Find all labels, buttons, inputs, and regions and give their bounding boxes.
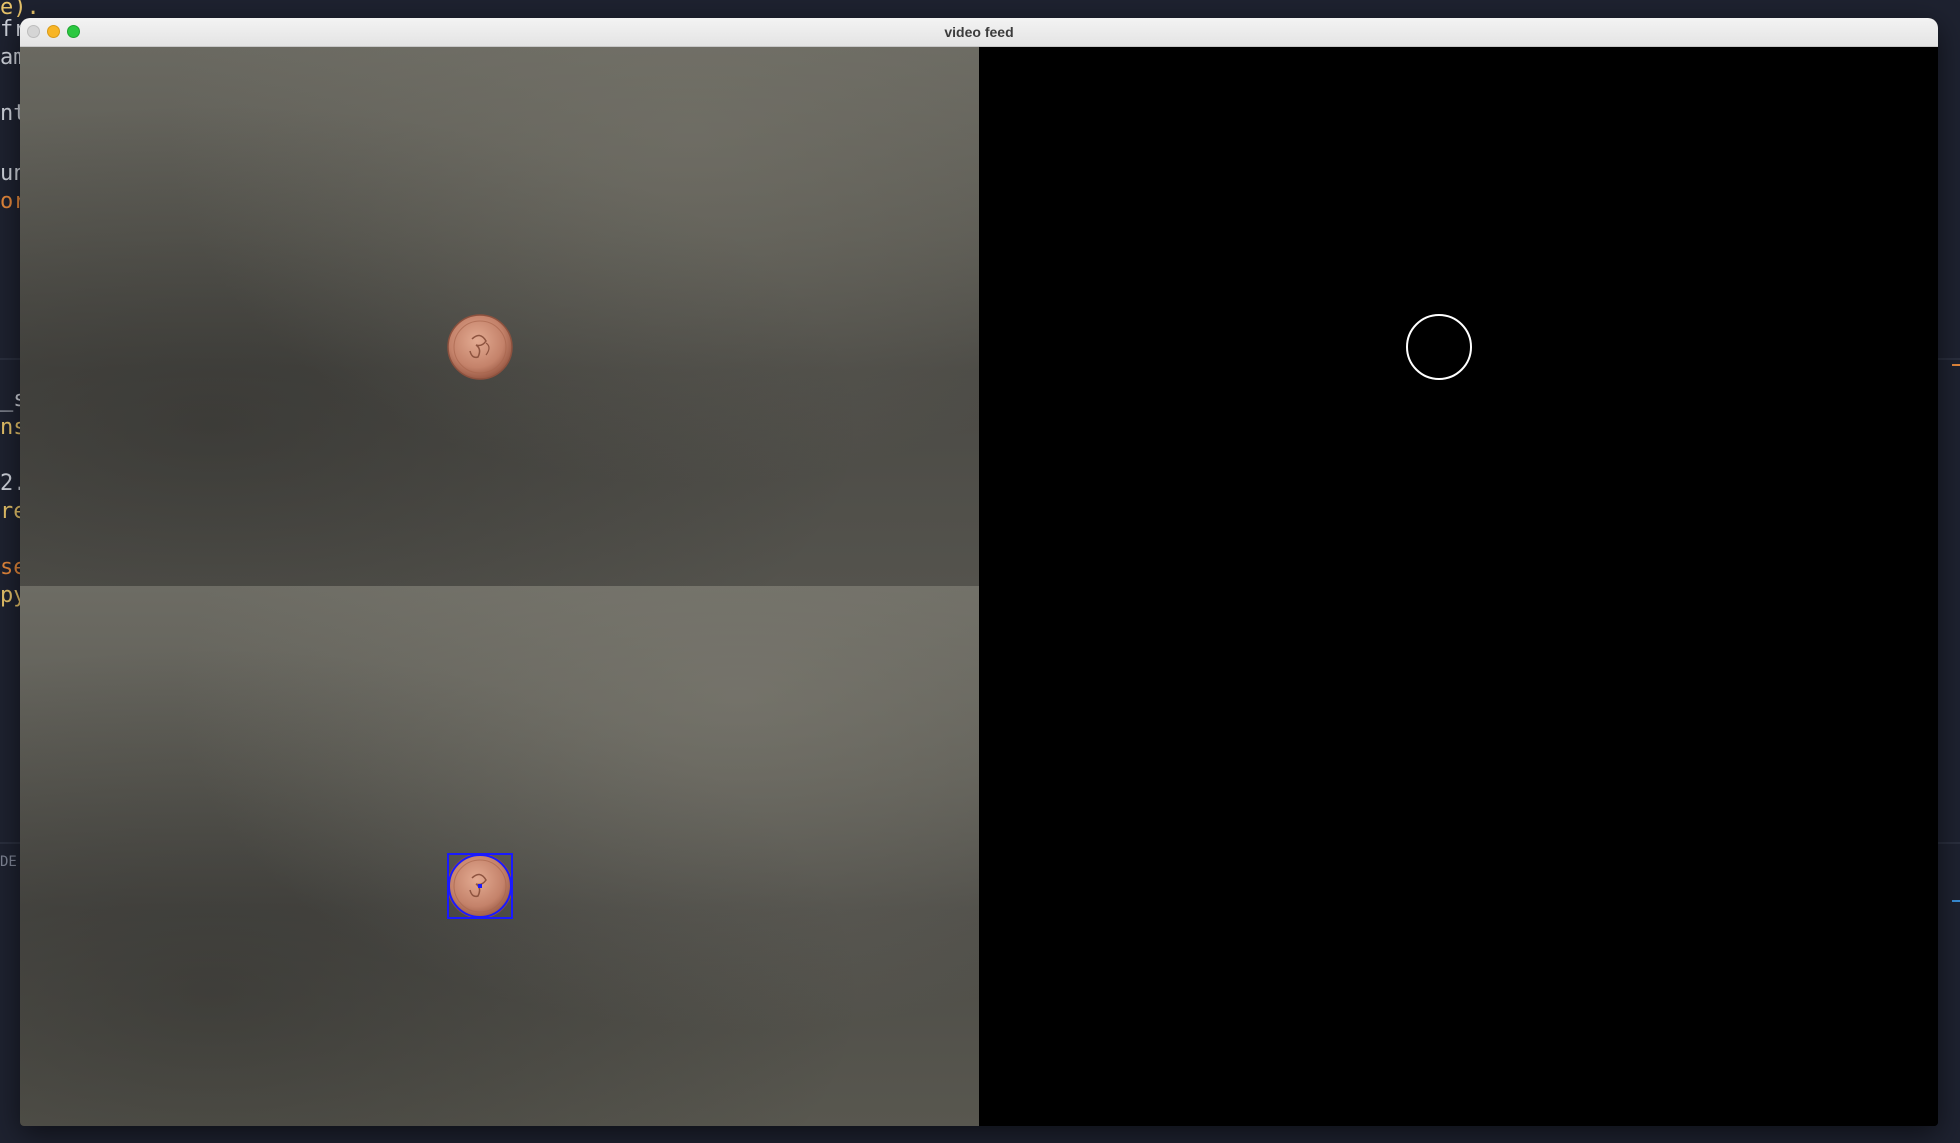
coin — [447, 314, 513, 380]
mask-frame-panel — [979, 47, 1938, 1126]
original-frame-panel — [20, 47, 979, 586]
window-title: video feed — [944, 24, 1014, 40]
mask-circle — [1406, 314, 1472, 380]
video-feed-window: video feed — [20, 18, 1938, 1126]
editor-marker — [1952, 364, 1960, 366]
editor-marker — [1952, 900, 1960, 902]
detected-frame-panel — [20, 586, 979, 1126]
video-feed-content — [20, 47, 1938, 1126]
editor-panel-label: DE — [0, 854, 17, 870]
window-titlebar[interactable]: video feed — [20, 18, 1938, 47]
original-frame-canvas — [447, 314, 513, 380]
mask-frame-canvas — [1406, 314, 1472, 380]
detection-center-point — [478, 884, 482, 888]
detected-frame-canvas — [447, 853, 513, 919]
